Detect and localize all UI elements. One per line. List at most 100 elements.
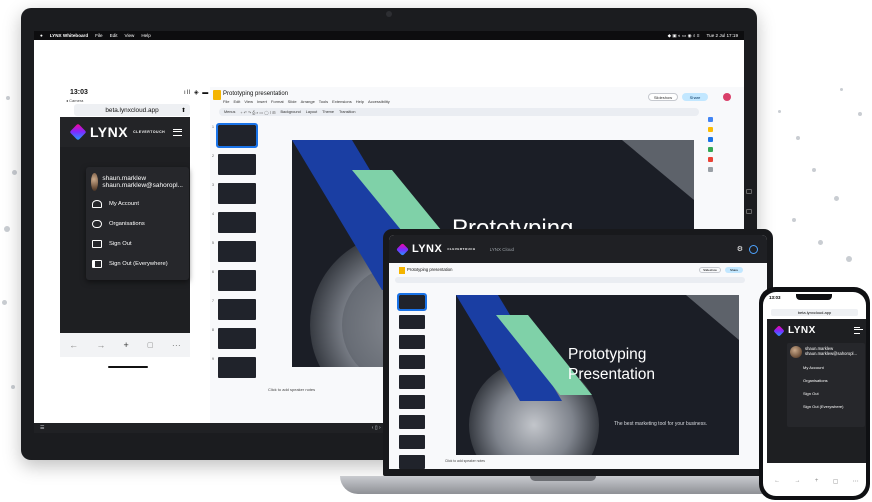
menu-my-account[interactable]: My Account (86, 194, 189, 214)
share-icon[interactable]: ⬆ (181, 107, 186, 114)
rphone-logo[interactable]: LYNX (773, 324, 816, 337)
background-button[interactable]: Background (280, 110, 300, 114)
menu-format[interactable]: Format (271, 99, 284, 104)
laptop-thumbnails (389, 285, 427, 469)
menu-arrange[interactable]: Arrange (301, 99, 315, 104)
menu-view[interactable]: View (244, 99, 253, 104)
menu-help[interactable]: Help (356, 99, 364, 104)
lynx-logo[interactable]: LYNX CLEVERTOUCH (396, 242, 476, 256)
rphone-sign-out[interactable]: Sign Out (787, 387, 865, 400)
slide-thumbnail[interactable] (218, 212, 256, 233)
rphone-my-account[interactable]: My Account (787, 361, 865, 374)
menubar-app[interactable]: LYNX Whiteboard (50, 33, 88, 38)
slideshow-button[interactable]: Slideshow (648, 93, 678, 101)
menu-accessibility[interactable]: Accessibility (368, 99, 390, 104)
tasks-icon[interactable] (707, 137, 713, 142)
laptop-slideshow-button[interactable]: Slideshow (699, 267, 721, 273)
rphone-url[interactable]: beta.lynxcloud.app (771, 309, 858, 316)
laptop: LYNX CLEVERTOUCH LYNX Cloud ⚙ Prototypin… (383, 229, 773, 476)
contacts-icon[interactable] (707, 147, 713, 152)
maps-icon[interactable] (707, 157, 713, 162)
laptop-share-button[interactable]: Share (725, 267, 743, 273)
menubar-file[interactable]: File (95, 33, 102, 38)
menu-insert[interactable]: Insert (257, 99, 267, 104)
account-avatar[interactable] (723, 93, 731, 101)
document-title[interactable]: Prototyping presentation (223, 91, 288, 97)
new-tab-icon[interactable]: + (124, 340, 129, 350)
user-name: shaun.marklew (102, 174, 147, 182)
share-button[interactable]: Share (682, 93, 708, 101)
laptop-slide-thumbnail[interactable] (397, 293, 427, 311)
laptop-slide-thumbnail[interactable] (399, 315, 425, 329)
slide-thumbnail[interactable] (218, 357, 256, 378)
slide-thumbnail[interactable] (218, 270, 256, 291)
speaker-notes[interactable]: Click to add speaker notes (268, 387, 315, 392)
back-to-camera[interactable]: ◂ Camera (66, 98, 83, 103)
menubar-view[interactable]: View (124, 33, 134, 38)
search-menus[interactable]: Menus (224, 110, 235, 114)
settings-gear-icon[interactable]: ⚙ (737, 245, 743, 253)
slide-number: 7 (212, 299, 214, 303)
slide-thumbnail[interactable] (218, 328, 256, 349)
slide-thumbnail[interactable] (216, 123, 258, 148)
layout-button[interactable]: Layout (306, 110, 317, 114)
new-tab-icon[interactable]: + (815, 478, 819, 485)
more-icon[interactable]: ⋯ (853, 478, 859, 485)
rphone-organisations[interactable]: Organisations (787, 374, 865, 387)
sign-out-all-icon (92, 260, 102, 268)
menu-edit[interactable]: Edit (233, 99, 240, 104)
menu-sign-out-everywhere[interactable]: Sign Out (Everywhere) (86, 254, 189, 274)
calendar-icon[interactable] (707, 117, 713, 122)
menu-sign-out[interactable]: Sign Out (86, 234, 189, 254)
menu-slide[interactable]: Slide (288, 99, 297, 104)
back-arrow-icon[interactable]: ← (69, 340, 78, 350)
sign-out-icon (92, 240, 102, 248)
more-icon[interactable]: ⋯ (172, 340, 181, 351)
add-addon-icon[interactable] (707, 167, 713, 172)
tabs-icon[interactable]: ▢ (833, 478, 839, 485)
menubar-help[interactable]: Help (141, 33, 150, 38)
laptop-slide-thumbnail[interactable] (399, 355, 425, 369)
menu-organisations[interactable]: Organisations (86, 214, 189, 234)
laptop-slide-thumbnail[interactable] (399, 335, 425, 349)
menu-file[interactable]: File (223, 99, 229, 104)
forward-arrow-icon[interactable]: → (96, 340, 105, 350)
back-arrow-icon[interactable]: ← (774, 478, 780, 485)
apple-icon[interactable]: ● (40, 33, 43, 38)
slide-thumbnail[interactable] (218, 299, 256, 320)
laptop-doc-title[interactable]: Prototyping presentation (407, 267, 452, 272)
laptop-slide-thumbnail[interactable] (399, 435, 425, 449)
slides-app-icon[interactable] (213, 90, 221, 100)
rphone-sign-out-everywhere[interactable]: Sign Out (Everywhere) (787, 400, 865, 413)
forward-arrow-icon[interactable]: → (795, 478, 801, 485)
menu-icon[interactable]: ☰ (40, 425, 44, 431)
profile-icon[interactable] (749, 244, 758, 254)
page-nav[interactable]: ‹ ▯ › (372, 425, 381, 431)
lynx-logo[interactable]: LYNX CLEVERTOUCH (69, 123, 165, 141)
transition-button[interactable]: Transition (339, 110, 356, 114)
marketing-stage: ● LYNX Whiteboard File Edit View Help ◆ … (0, 0, 872, 502)
menubar-edit[interactable]: Edit (110, 33, 118, 38)
menu-extensions[interactable]: Extensions (332, 99, 352, 104)
laptop-slide-canvas[interactable]: Prototyping Presentation The best market… (456, 295, 739, 455)
laptop-slide-thumbnail[interactable] (399, 455, 425, 469)
laptop-slide-thumbnail[interactable] (399, 395, 425, 409)
menu-tools[interactable]: Tools (319, 99, 328, 104)
laptop-slide-thumbnail[interactable] (399, 415, 425, 429)
theme-button[interactable]: Theme (322, 110, 334, 114)
tabs-icon[interactable]: ▢ (147, 341, 154, 349)
slide-thumbnail[interactable] (218, 183, 256, 204)
rphone-menu-icon[interactable] (854, 327, 863, 334)
laptop-slide-thumbnail[interactable] (399, 375, 425, 389)
laptop-slides-icon (399, 267, 405, 274)
browser-toolbar: ← → + ▢ ⋯ (60, 333, 190, 357)
laptop-toolbar (395, 277, 745, 283)
slide-thumbnail[interactable] (218, 154, 256, 175)
keep-icon[interactable] (707, 127, 713, 132)
slide-thumbnail[interactable] (218, 241, 256, 262)
group-icon (92, 220, 102, 228)
address-bar[interactable]: beta.lynxcloud.app ⬆ (74, 104, 190, 116)
slide-number: 5 (212, 241, 214, 245)
hamburger-menu-icon[interactable] (173, 128, 182, 136)
laptop-notes[interactable]: Click to add speaker notes (445, 459, 485, 463)
